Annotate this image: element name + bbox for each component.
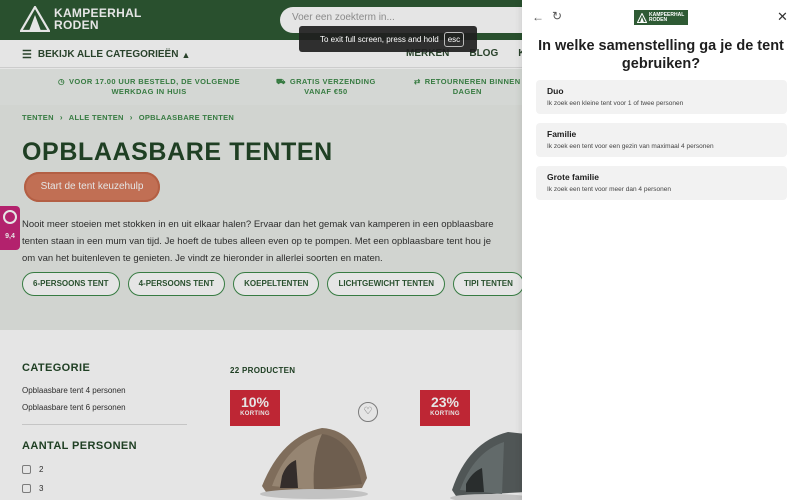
option-description: Ik zoek een tent voor meer dan 4 persone…	[547, 186, 671, 193]
fullscreen-exit-toast: To exit full screen, press and hold esc	[299, 26, 477, 52]
option-title: Duo	[547, 86, 564, 96]
drawer-logo: KAMPEERHAL RODEN	[634, 10, 688, 25]
modal-backdrop[interactable]	[0, 0, 522, 500]
close-icon[interactable]: ✕	[777, 9, 788, 25]
tent-logo-icon	[637, 12, 647, 23]
esc-key: esc	[443, 31, 465, 47]
option-description: Ik zoek een tent voor een gezin van maxi…	[547, 143, 714, 150]
option-title: Familie	[547, 129, 577, 139]
option-description: Ik zoek een kleine tent voor 1 of twee p…	[547, 100, 684, 107]
tent-advisor-drawer: ← ↻ KAMPEERHAL RODEN ✕ In welke samenste…	[522, 0, 800, 500]
option-familie[interactable]: Familie Ik zoek een tent voor een gezin …	[536, 123, 787, 157]
refresh-icon[interactable]: ↻	[552, 9, 562, 23]
option-grote-familie[interactable]: Grote familie Ik zoek een tent voor meer…	[536, 166, 787, 200]
drawer-logo-line2: RODEN	[649, 16, 668, 23]
option-title: Grote familie	[547, 172, 599, 182]
arrow-left-icon[interactable]: ←	[532, 10, 544, 24]
toast-text: To exit full screen, press and hold	[320, 34, 439, 44]
drawer-logo-text: KAMPEERHAL RODEN	[649, 12, 684, 23]
advisor-question: In welke samenstelling ga je de tent geb…	[538, 38, 784, 72]
option-duo[interactable]: Duo Ik zoek een kleine tent voor 1 of tw…	[536, 80, 787, 114]
